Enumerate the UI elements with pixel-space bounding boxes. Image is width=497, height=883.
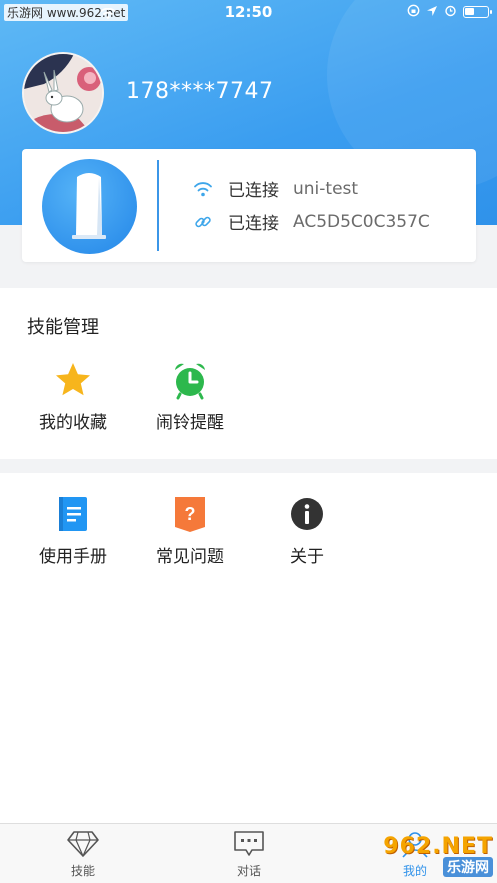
device-card[interactable]: 已连接 uni-test 已连接 AC5D5C0C357C	[22, 149, 476, 262]
alarm-item[interactable]: 闹铃提醒	[145, 358, 235, 433]
book-icon	[51, 492, 95, 536]
device-id: AC5D5C0C357C	[293, 211, 430, 232]
avatar[interactable]	[22, 52, 104, 134]
tab-chat-label: 对话	[236, 864, 261, 878]
faq-label: 常见问题	[156, 547, 224, 567]
link-icon	[192, 213, 214, 231]
alarm-label: 闹铃提醒	[156, 413, 224, 433]
svg-text:?: ?	[185, 504, 196, 524]
battery-icon	[463, 6, 492, 18]
favorites-item[interactable]: 我的收藏	[28, 358, 118, 433]
tab-skills-label: 技能	[70, 864, 95, 878]
manual-item[interactable]: 使用手册	[28, 492, 118, 567]
status-icons	[407, 4, 492, 20]
chat-icon	[166, 824, 332, 858]
card-divider	[157, 160, 159, 251]
wifi-status: 已连接	[228, 181, 279, 201]
tab-skills[interactable]: 技能	[0, 824, 166, 883]
wifi-connection-row: 已连接 uni-test	[192, 176, 358, 201]
wifi-icon	[192, 180, 214, 198]
phone-number: 178****7747	[126, 79, 274, 104]
alarm-clock-icon	[168, 358, 212, 402]
site-watermark: 962.NET 乐游网	[363, 830, 493, 880]
section-separator	[0, 459, 497, 473]
skills-section-title: 技能管理	[27, 317, 99, 338]
watermark-top: 962.NET	[383, 833, 493, 859]
tab-chat[interactable]: 对话	[166, 824, 332, 883]
device-connection-row: 已连接 AC5D5C0C357C	[192, 209, 430, 234]
device-status: 已连接	[228, 214, 279, 234]
info-icon	[285, 492, 329, 536]
faq-item[interactable]: ? 常见问题	[145, 492, 235, 567]
router-icon	[42, 159, 137, 254]
favorites-label: 我的收藏	[39, 413, 107, 433]
about-item[interactable]: 关于	[262, 492, 352, 567]
manual-label: 使用手册	[39, 547, 107, 567]
rotation-lock-icon	[407, 4, 420, 20]
wifi-name: uni-test	[293, 178, 359, 199]
about-label: 关于	[290, 547, 324, 567]
alarm-status-icon	[444, 4, 457, 20]
star-icon	[51, 358, 95, 402]
question-icon: ?	[168, 492, 212, 536]
watermark-bottom: 乐游网	[443, 856, 493, 877]
location-icon	[426, 5, 438, 20]
diamond-icon	[0, 824, 166, 858]
status-bar: 乐游网 www.962.net 12:50	[0, 0, 497, 26]
